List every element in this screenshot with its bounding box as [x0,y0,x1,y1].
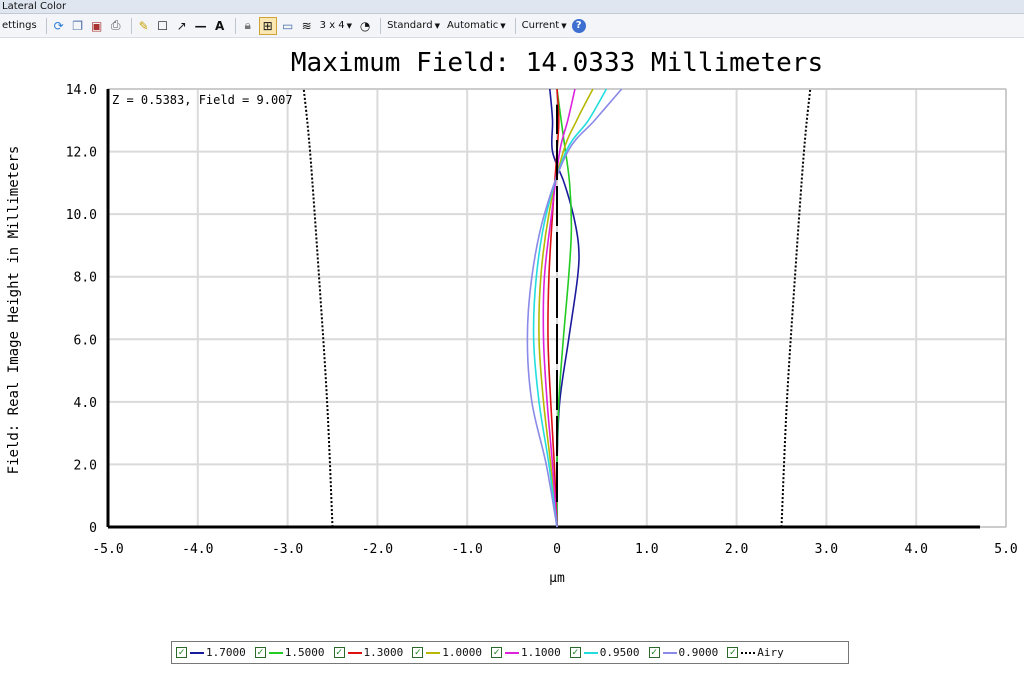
x-tick-label: 3.0 [815,542,838,557]
x-tick-label: -2.0 [362,542,393,557]
legend-swatch [268,651,283,654]
y-tick-label: 0 [89,521,97,536]
checkbox-checked-icon[interactable]: ✓ [727,647,739,658]
series-line-0-9500 [532,88,608,528]
y-tick-label: 12.0 [66,146,97,161]
x-tick-label: -1.0 [452,542,483,557]
legend-label: 0.9000 [678,646,719,659]
legend-item[interactable]: ✓ Airy [727,646,784,659]
legend-swatch [190,651,204,654]
y-axis-label: Field: Real Image Height in Millimeters [6,146,22,475]
y-tick-label: 6.0 [74,333,97,348]
legend-swatch [426,651,441,654]
legend-label: 1.5000 [284,646,325,659]
checkbox-checked-icon[interactable]: ✓ [569,647,581,658]
legend-item[interactable]: ✓ 0.9500 [569,646,640,659]
checkbox-checked-icon[interactable]: ✓ [254,647,266,658]
legend-swatch [662,651,677,654]
legend-swatch [583,651,598,654]
legend-swatch [505,651,519,654]
series-line-0-9000 [526,88,623,528]
x-tick-label: 0 [553,542,561,557]
legend-item[interactable]: ✓ 1.3000 [333,646,404,659]
plot-series [302,88,812,528]
legend: ✓ 1.7000 ✓ 1.5000 ✓ 1.3000 ✓ 1.0000 ✓ 1.1000 ✓ 0.95… [171,641,849,664]
checkbox-checked-icon[interactable]: ✓ [333,647,345,658]
y-tick-label: 2.0 [74,458,97,473]
checkbox-checked-icon[interactable]: ✓ [491,647,502,658]
legend-item[interactable]: ✓ 1.1000 [491,646,561,659]
plot-ticks: -5.0 -4.0 -3.0 -2.0 -1.0 0 1.0 2.0 3.0 4.0 5.0 0 2.0… [66,83,1018,557]
series-line-airy-right [780,88,812,528]
y-tick-label: 10.0 [66,208,97,223]
legend-label: 1.7000 [206,646,246,659]
legend-label: 1.1000 [521,646,561,659]
legend-swatch [741,651,756,654]
x-tick-label: 2.0 [725,542,748,557]
legend-item[interactable]: ✓ 1.7000 [176,646,246,659]
legend-label: 0.9500 [599,646,640,659]
lateral-color-plot: -5.0 -4.0 -3.0 -2.0 -1.0 0 1.0 2.0 3.0 4.0 5.0 0 2.0… [6,83,1018,586]
y-tick-label: 4.0 [74,396,97,411]
legend-item[interactable]: ✓ 1.0000 [412,646,482,659]
checkbox-checked-icon[interactable]: ✓ [648,647,660,658]
legend-label: 1.0000 [442,646,482,659]
checkbox-checked-icon[interactable]: ✓ [176,647,187,658]
x-tick-label: 5.0 [994,542,1017,557]
y-tick-label: 14.0 [66,83,97,98]
legend-label: 1.3000 [363,646,404,659]
legend-label: Airy [757,646,784,659]
legend-item[interactable]: ✓ 1.5000 [254,646,325,659]
checkbox-checked-icon[interactable]: ✓ [412,647,424,658]
x-tick-label: -3.0 [272,542,303,557]
x-tick-label: 1.0 [635,542,658,557]
legend-item[interactable]: ✓ 0.9000 [648,646,719,659]
x-tick-label: -4.0 [182,542,213,557]
y-tick-label: 8.0 [74,271,97,286]
cursor-annotation: Z = 0.5383, Field = 9.007 [112,93,293,107]
series-line-airy [302,88,334,528]
x-tick-label: 4.0 [904,542,927,557]
x-axis-label: µm [549,571,565,586]
x-tick-label: -5.0 [92,542,123,557]
legend-swatch [347,651,362,654]
